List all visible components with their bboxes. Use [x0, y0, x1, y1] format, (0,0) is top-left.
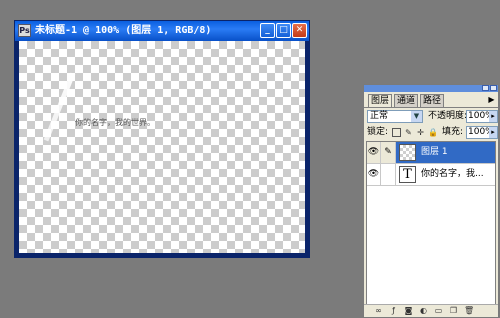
canvas-text-layer: 你的名字，我的世界。 [75, 118, 155, 127]
layer-row[interactable]: 👁 T 你的名字，我... [367, 164, 495, 186]
fill-field[interactable]: 100% ▸ [466, 126, 498, 139]
layer-row[interactable]: 👁 ✎ 图层 1 [367, 142, 495, 164]
link-cell[interactable] [381, 164, 396, 185]
new-layer-icon[interactable]: ❐ [449, 306, 458, 315]
palette-minimize-icon[interactable] [482, 85, 489, 91]
layer-name[interactable]: 图层 1 [421, 142, 448, 163]
blend-mode-value: 正常 [370, 111, 389, 121]
lock-brush-icon[interactable]: ✎ [404, 128, 413, 137]
maximize-button[interactable]: □ [276, 23, 291, 38]
eye-icon[interactable]: 👁 [367, 142, 381, 163]
lock-label: 锁定: [367, 127, 389, 137]
close-icon: ✕ [295, 25, 304, 35]
lock-transparency-icon[interactable] [392, 128, 401, 137]
blend-mode-select[interactable]: 正常 ▼ [367, 110, 423, 123]
palette-bottom-bar: ∞ ƒ ◙ ◐ ▭ ❐ 🗑 [364, 304, 498, 317]
layers-palette[interactable]: 图层 通道 路径 ▶ 正常 ▼ 不透明度: 100% ▸ 锁定: ✎ ✛ 🔒 填… [363, 84, 499, 318]
white-brush-stroke [43, 72, 76, 142]
opacity-label: 不透明度: [428, 111, 468, 121]
tab-divider [364, 107, 498, 108]
opacity-field[interactable]: 100% ▸ [466, 110, 498, 123]
document-window[interactable]: Ps 未标题-1 @ 100% (图层 1, RGB/8) _ □ ✕ 你的名字… [14, 20, 310, 258]
link-layers-icon[interactable]: ∞ [374, 306, 383, 315]
tab-layers[interactable]: 图层 [368, 94, 393, 108]
close-button[interactable]: ✕ [292, 23, 307, 38]
photoshop-doc-icon[interactable]: Ps [18, 24, 31, 37]
document-title: 未标题-1 @ 100% (图层 1, RGB/8) [35, 25, 212, 36]
layer-style-icon[interactable]: ƒ [389, 306, 398, 315]
layers-list[interactable]: 👁 ✎ 图层 1 👁 T 你的名字，我... [366, 141, 496, 306]
minimize-button[interactable]: _ [260, 23, 275, 38]
lock-fill-row: 锁定: ✎ ✛ 🔒 填充: 100% ▸ [367, 126, 498, 139]
fill-slider-arrow-icon[interactable]: ▸ [489, 127, 497, 138]
text-layer-icon: T [399, 166, 416, 183]
fill-label: 填充: [442, 127, 464, 137]
adjustment-layer-icon[interactable]: ◐ [419, 306, 428, 315]
lock-position-icon[interactable]: ✛ [416, 128, 425, 137]
eye-icon[interactable]: 👁 [367, 164, 381, 185]
palette-title-bar[interactable] [364, 85, 498, 92]
blend-opacity-row: 正常 ▼ 不透明度: 100% ▸ [367, 110, 498, 124]
chevron-down-icon[interactable]: ▼ [411, 111, 422, 122]
lock-all-icon[interactable]: 🔒 [428, 128, 438, 137]
opacity-slider-arrow-icon[interactable]: ▸ [489, 111, 497, 122]
document-canvas[interactable]: 你的名字，我的世界。 [19, 41, 305, 253]
tab-paths[interactable]: 路径 [420, 94, 445, 107]
layer-mask-icon[interactable]: ◙ [404, 306, 413, 315]
tab-channels[interactable]: 通道 [394, 94, 419, 107]
layer-thumbnail [399, 144, 416, 161]
layer-name[interactable]: 你的名字，我... [421, 164, 484, 185]
new-group-icon[interactable]: ▭ [434, 306, 443, 315]
palette-menu-arrow-icon[interactable]: ▶ [487, 95, 496, 104]
maximize-icon: □ [279, 25, 288, 35]
minimize-icon: _ [265, 25, 270, 35]
delete-layer-icon[interactable]: 🗑 [464, 306, 474, 315]
document-titlebar[interactable]: Ps 未标题-1 @ 100% (图层 1, RGB/8) _ □ ✕ [15, 21, 309, 41]
palette-close-icon[interactable] [490, 85, 497, 91]
brush-active-icon[interactable]: ✎ [381, 142, 396, 163]
